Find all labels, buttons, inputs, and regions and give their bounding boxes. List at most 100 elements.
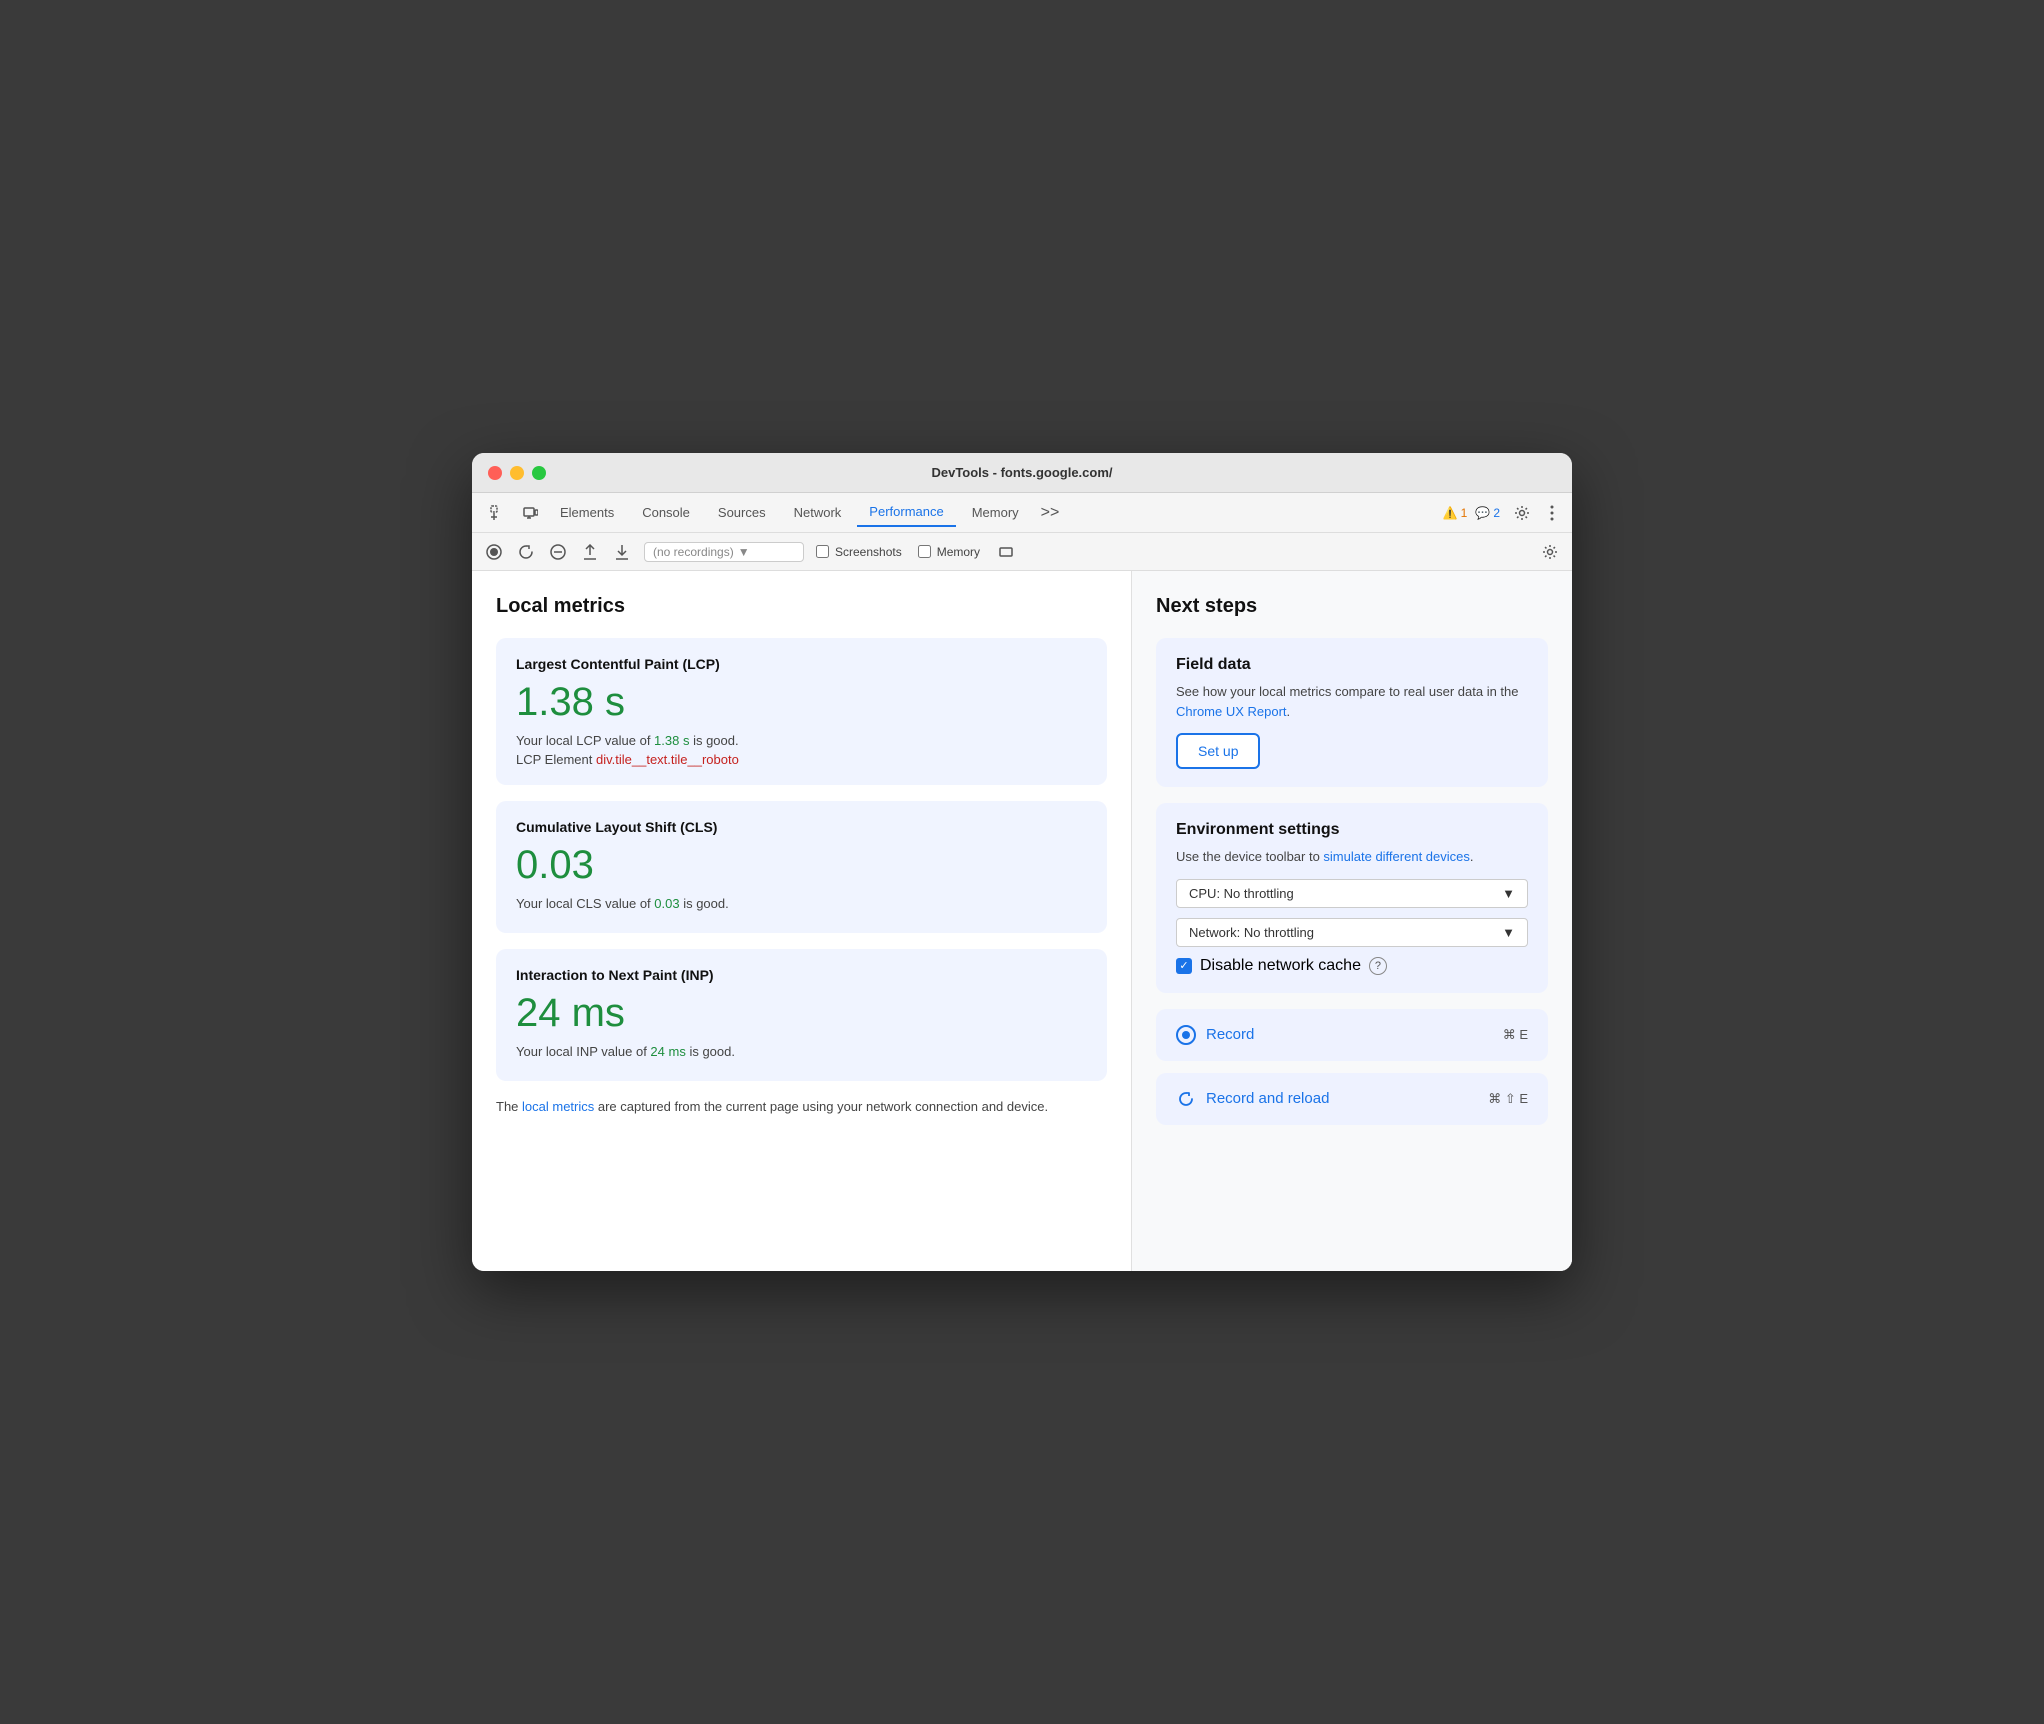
action-bar: (no recordings) ▼ Screenshots Memory [472, 533, 1572, 571]
network-dropdown[interactable]: Network: No throttling ▼ [1176, 918, 1528, 947]
clear-button[interactable] [548, 542, 568, 562]
minimize-button[interactable] [510, 466, 524, 480]
record-button[interactable] [484, 542, 504, 562]
dropdown-arrow-icon: ▼ [738, 545, 750, 559]
inp-highlight: 24 ms [650, 1044, 685, 1059]
toolbar-right: ⚠️ 1 💬 2 [1443, 499, 1560, 527]
cls-desc: Your local CLS value of 0.03 is good. [516, 896, 1087, 911]
lcp-desc: Your local LCP value of 1.38 s is good. [516, 733, 1087, 748]
content-area: Local metrics Largest Contentful Paint (… [472, 571, 1572, 1271]
lcp-name: Largest Contentful Paint (LCP) [516, 656, 1087, 672]
env-settings-card: Environment settings Use the device tool… [1156, 803, 1548, 993]
field-data-card: Field data See how your local metrics co… [1156, 638, 1548, 787]
tab-sources[interactable]: Sources [706, 499, 778, 526]
screenshots-checkbox-label[interactable]: Screenshots [816, 545, 902, 559]
lcp-desc-suffix: is good. [689, 733, 738, 748]
inp-name: Interaction to Next Paint (INP) [516, 967, 1087, 983]
footer-prefix: The [496, 1099, 522, 1114]
network-dropdown-row: Network: No throttling ▼ [1176, 918, 1528, 947]
maximize-button[interactable] [532, 466, 546, 480]
record-reload-left: Record and reload [1176, 1089, 1329, 1109]
warning-badge[interactable]: ⚠️ 1 [1443, 506, 1468, 520]
disable-cache-row: ✓ Disable network cache ? [1176, 957, 1528, 975]
screenshots-label: Screenshots [835, 545, 902, 559]
right-panel: Next steps Field data See how your local… [1132, 571, 1572, 1271]
lcp-highlight: 1.38 s [654, 733, 689, 748]
env-desc-suffix: . [1470, 849, 1474, 864]
settings-icon[interactable] [1508, 499, 1536, 527]
memory-checkbox-label[interactable]: Memory [918, 545, 980, 559]
record-shortcut: ⌘ E [1503, 1027, 1528, 1043]
more-options-icon[interactable] [1544, 499, 1560, 527]
env-settings-desc: Use the device toolbar to simulate diffe… [1176, 847, 1528, 867]
titlebar: DevTools - fonts.google.com/ [472, 453, 1572, 493]
record-card[interactable]: Record ⌘ E [1156, 1009, 1548, 1061]
field-data-prefix: See how your local metrics compare to re… [1176, 684, 1519, 699]
chrome-ux-report-link[interactable]: Chrome UX Report [1176, 704, 1287, 719]
info-icon: 💬 [1475, 506, 1490, 520]
cls-desc-prefix: Your local CLS value of [516, 896, 654, 911]
tab-network[interactable]: Network [782, 499, 854, 526]
disable-cache-label: Disable network cache [1200, 957, 1361, 975]
more-tabs-button[interactable]: >> [1035, 500, 1066, 526]
env-desc-prefix: Use the device toolbar to [1176, 849, 1323, 864]
cpu-dropdown-arrow: ▼ [1502, 886, 1515, 901]
local-metrics-title: Local metrics [496, 595, 1107, 618]
warning-icon: ⚠️ [1443, 506, 1458, 520]
tab-console[interactable]: Console [630, 499, 702, 526]
next-steps-title: Next steps [1156, 595, 1548, 618]
disable-cache-checkbox[interactable]: ✓ [1176, 958, 1192, 974]
lcp-card: Largest Contentful Paint (LCP) 1.38 s Yo… [496, 638, 1107, 785]
checkbox-group: Screenshots Memory [816, 542, 1016, 562]
inp-desc: Your local INP value of 24 ms is good. [516, 1044, 1087, 1059]
upload-icon[interactable] [580, 542, 600, 562]
traffic-lights [488, 466, 546, 480]
record-reload-label: Record and reload [1206, 1090, 1329, 1107]
record-reload-card[interactable]: Record and reload ⌘ ⇧ E [1156, 1073, 1548, 1125]
memory-label: Memory [937, 545, 980, 559]
lcp-value: 1.38 s [516, 680, 1087, 725]
cls-card: Cumulative Layout Shift (CLS) 0.03 Your … [496, 801, 1107, 933]
info-count: 2 [1493, 506, 1500, 520]
close-button[interactable] [488, 466, 502, 480]
record-left: Record [1176, 1025, 1254, 1045]
recordings-dropdown[interactable]: (no recordings) ▼ [644, 542, 804, 562]
env-settings-title: Environment settings [1176, 821, 1528, 839]
warning-count: 1 [1461, 506, 1468, 520]
download-icon[interactable] [612, 542, 632, 562]
tab-performance[interactable]: Performance [857, 498, 955, 527]
tab-memory[interactable]: Memory [960, 499, 1031, 526]
element-picker-icon[interactable] [484, 499, 512, 527]
network-dropdown-arrow: ▼ [1502, 925, 1515, 940]
info-badge[interactable]: 💬 2 [1475, 506, 1500, 520]
tab-elements[interactable]: Elements [548, 499, 626, 526]
setup-button[interactable]: Set up [1176, 733, 1260, 769]
simulate-devices-link[interactable]: simulate different devices [1323, 849, 1469, 864]
refresh-button[interactable] [516, 542, 536, 562]
cpu-label: CPU: No throttling [1189, 886, 1294, 901]
field-data-desc: See how your local metrics compare to re… [1176, 682, 1528, 721]
recordings-value: (no recordings) [653, 545, 734, 559]
cpu-dropdown[interactable]: CPU: No throttling ▼ [1176, 879, 1528, 908]
record-label: Record [1206, 1026, 1254, 1043]
memory-info-icon[interactable] [996, 542, 1016, 562]
local-metrics-link[interactable]: local metrics [522, 1099, 594, 1114]
memory-checkbox[interactable] [918, 545, 931, 558]
field-data-title: Field data [1176, 656, 1528, 674]
cls-value: 0.03 [516, 843, 1087, 888]
network-label: Network: No throttling [1189, 925, 1314, 940]
lcp-element-link[interactable]: div.tile__text.tile__roboto [596, 752, 739, 767]
footer-suffix: are captured from the current page using… [594, 1099, 1048, 1114]
record-circle-icon [1176, 1025, 1196, 1045]
field-data-suffix: . [1287, 704, 1291, 719]
devtools-window: DevTools - fonts.google.com/ Elements Co… [472, 453, 1572, 1271]
cls-name: Cumulative Layout Shift (CLS) [516, 819, 1087, 835]
footer-note: The local metrics are captured from the … [496, 1097, 1107, 1117]
device-toolbar-icon[interactable] [516, 499, 544, 527]
screenshots-checkbox[interactable] [816, 545, 829, 558]
disable-cache-help-icon[interactable]: ? [1369, 957, 1387, 975]
record-reload-shortcut: ⌘ ⇧ E [1488, 1091, 1528, 1107]
inp-desc-suffix: is good. [686, 1044, 735, 1059]
main-toolbar: Elements Console Sources Network Perform… [472, 493, 1572, 533]
settings-action-icon[interactable] [1540, 542, 1560, 562]
